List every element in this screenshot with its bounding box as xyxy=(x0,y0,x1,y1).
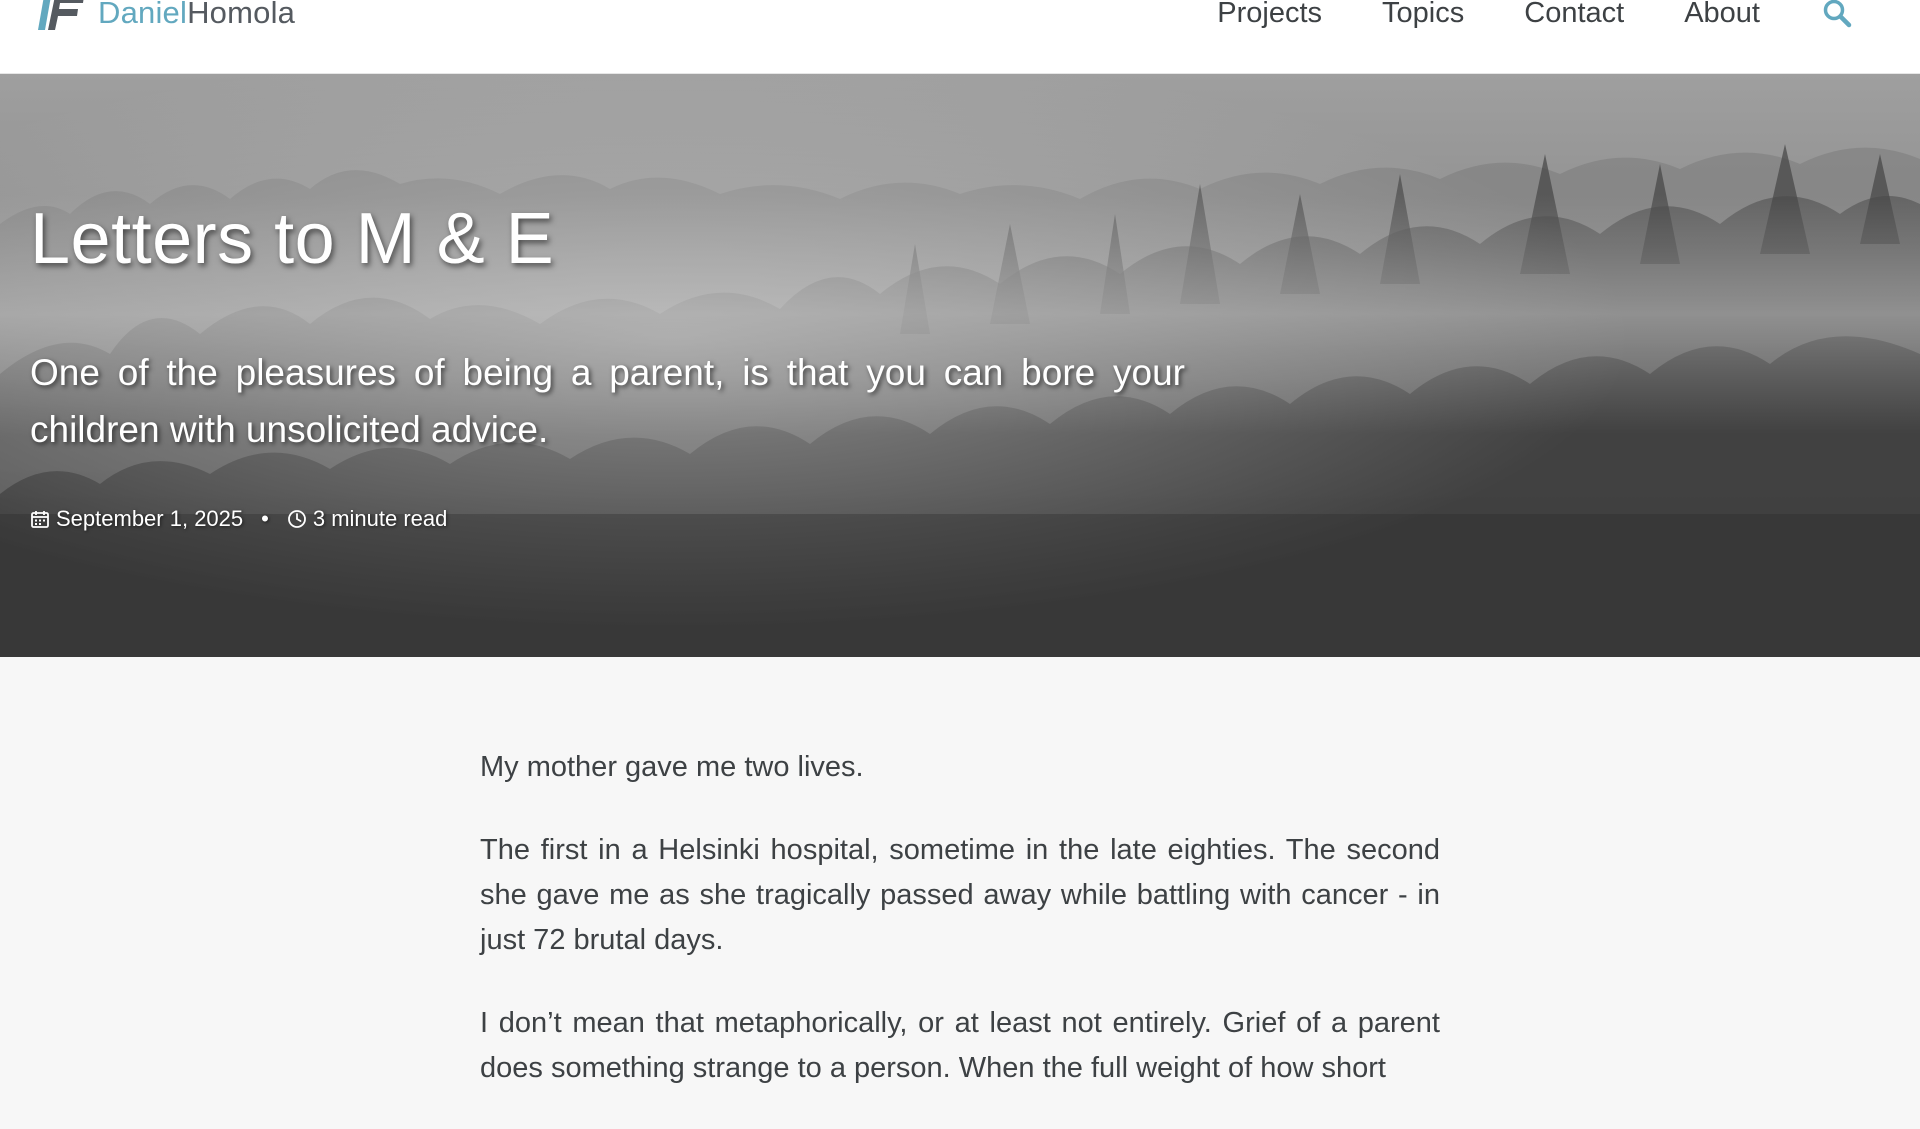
nav-about[interactable]: About xyxy=(1684,0,1760,30)
post-date: September 1, 2025 xyxy=(56,506,244,531)
page-excerpt: One of the pleasures of being a parent, … xyxy=(30,352,1185,450)
article-paragraph: I don’t mean that metaphorically, or at … xyxy=(480,1007,1440,1084)
brand-first-name: Daniel xyxy=(98,0,188,30)
page-title: Letters to M & E xyxy=(30,199,555,279)
brand-last-name: Homola xyxy=(187,0,296,30)
page-hero: Letters to M & E One of the pleasures of… xyxy=(0,74,1920,657)
df-logo-icon xyxy=(38,0,84,30)
article-paragraph: My mother gave me two lives. xyxy=(480,751,864,783)
article-body: My mother gave me two lives. The first i… xyxy=(480,745,1440,1129)
calendar-icon xyxy=(31,511,49,528)
nav-contact[interactable]: Contact xyxy=(1524,0,1624,30)
site-brand-link[interactable]: Daniel Homola xyxy=(38,0,295,38)
read-time: 3 minute read xyxy=(312,506,448,531)
clock-icon xyxy=(287,510,306,528)
nav-topics[interactable]: Topics xyxy=(1382,0,1464,30)
meta-separator: • xyxy=(261,506,269,531)
search-icon xyxy=(1823,0,1852,28)
nav-projects[interactable]: Projects xyxy=(1217,0,1322,30)
page-meta: September 1, 2025 • 3 minute read xyxy=(30,506,447,532)
article-paragraph: The first in a Helsinki hospital, someti… xyxy=(480,834,1440,956)
main-nav: Projects Topics Contact About xyxy=(1217,0,1920,38)
masthead: Daniel Homola Projects Topics Contact Abo… xyxy=(0,0,1920,74)
search-button[interactable] xyxy=(1820,0,1854,30)
